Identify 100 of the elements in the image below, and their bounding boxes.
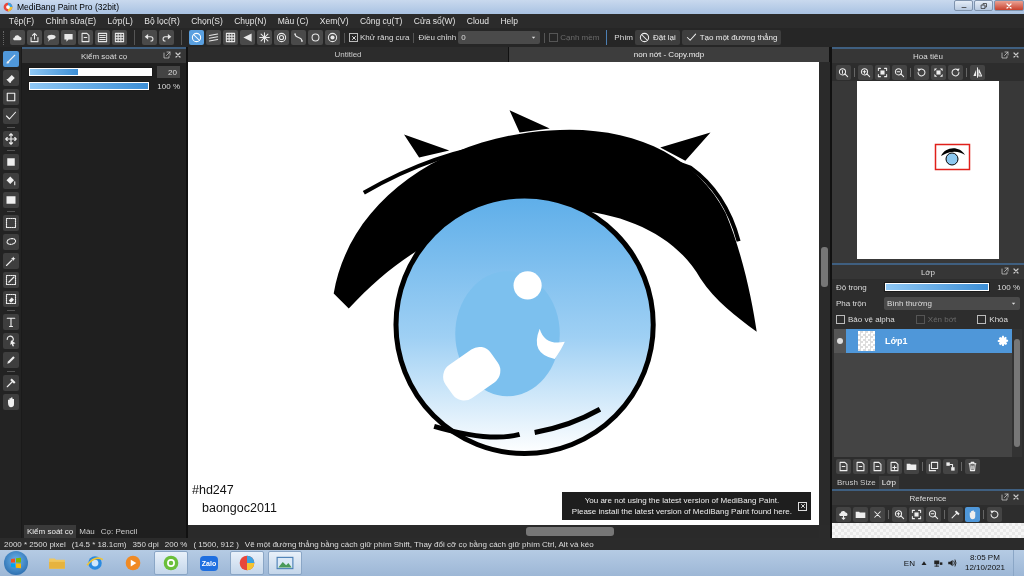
snap-button[interactable] (189, 30, 204, 45)
navigator-button[interactable] (875, 64, 890, 80)
snap-button[interactable] (257, 30, 272, 45)
toolbar-button[interactable] (95, 30, 110, 45)
navigator-button[interactable] (931, 64, 946, 80)
language-indicator[interactable]: EN (903, 558, 915, 568)
panel-tab[interactable]: Màu (76, 525, 98, 538)
document-tab[interactable]: Untitled (188, 47, 509, 62)
checkbox[interactable] (349, 33, 358, 42)
reference-button[interactable] (836, 506, 851, 522)
redo-button[interactable] (159, 30, 174, 45)
menu-item[interactable]: Cloud (461, 16, 495, 26)
close-button[interactable] (1012, 51, 1020, 59)
layer-action-button[interactable] (870, 458, 885, 474)
viewport-frame[interactable] (934, 143, 971, 171)
panel-tab[interactable]: Brush Size (834, 476, 879, 489)
pop-out-button[interactable] (1001, 493, 1009, 501)
menu-item[interactable]: Bộ lọc(R) (138, 16, 186, 26)
toolbar-button[interactable] (44, 30, 59, 45)
straight-line-button[interactable]: Tạo một đường thẳng (681, 30, 782, 45)
document-tab[interactable]: non nớt - Copy.mdp (509, 47, 830, 62)
reset-button[interactable]: Đặt lại (635, 30, 680, 45)
layer-action-button[interactable] (943, 458, 958, 474)
tool-button[interactable] (2, 314, 19, 330)
reference-button[interactable] (987, 506, 1002, 522)
brush-size-value[interactable]: 20 (157, 66, 180, 78)
panel-tab[interactable]: Lớp (878, 476, 899, 489)
toolbar-button[interactable] (10, 30, 25, 45)
navigator-button[interactable] (836, 64, 851, 80)
pop-out-button[interactable] (163, 51, 171, 59)
canvas[interactable]: #hd247 baongoc2011 You are not using the latest version of MediBang Paint. Please install the latest version of MediBang Paint found here. (188, 62, 819, 525)
tool-button[interactable] (2, 131, 19, 147)
navigator-button[interactable] (948, 64, 963, 80)
tool-button[interactable] (2, 70, 19, 86)
tool-button[interactable] (2, 154, 19, 170)
taskbar-app[interactable] (230, 551, 264, 575)
tool-button[interactable] (2, 394, 19, 410)
menu-item[interactable]: Màu (C) (271, 16, 315, 26)
snap-button[interactable] (308, 30, 323, 45)
blend-mode-dropdown[interactable]: Bình thường (884, 296, 1020, 310)
snap-button[interactable] (274, 30, 289, 45)
reference-button[interactable] (870, 506, 885, 522)
tool-button[interactable] (2, 291, 19, 307)
tool-button[interactable] (2, 89, 19, 105)
navigator-button[interactable] (914, 64, 929, 80)
pop-out-button[interactable] (1001, 51, 1009, 59)
snap-button[interactable] (291, 30, 306, 45)
reference-button[interactable] (965, 506, 980, 522)
tool-button[interactable] (2, 192, 19, 208)
layer-action-button[interactable] (853, 458, 868, 474)
navigator-button[interactable] (892, 64, 907, 80)
close-button[interactable] (174, 51, 182, 59)
reference-button[interactable] (892, 506, 907, 522)
navigator-button[interactable] (970, 64, 985, 80)
tool-button[interactable] (2, 173, 19, 189)
restore-button[interactable] (974, 0, 993, 11)
undo-button[interactable] (142, 30, 157, 45)
reference-button[interactable] (909, 506, 924, 522)
menu-item[interactable]: Chụp(N) (228, 16, 272, 26)
layer-action-button[interactable] (887, 458, 902, 474)
layer-action-button[interactable] (904, 458, 919, 474)
vertical-scrollbar[interactable] (1012, 329, 1022, 457)
brush-size-slider[interactable] (28, 67, 153, 77)
tool-button[interactable] (2, 272, 19, 288)
layer-action-button[interactable] (836, 458, 851, 474)
clock[interactable]: 8:05 PM 12/10/2021 (964, 553, 1005, 573)
checkbox[interactable] (977, 314, 987, 324)
toolbar-button[interactable] (112, 30, 127, 45)
minimize-button[interactable] (954, 0, 973, 11)
menu-item[interactable]: Tệp(F) (3, 16, 40, 26)
start-button[interactable] (4, 551, 28, 575)
menu-item[interactable]: Lớp(L) (101, 16, 139, 26)
tool-button[interactable] (2, 253, 19, 269)
close-button[interactable] (1012, 493, 1020, 501)
panel-tab[interactable]: Cọ: Pencil (97, 525, 141, 538)
toolbar-button[interactable] (61, 30, 76, 45)
reference-button[interactable] (853, 506, 868, 522)
layer-action-button[interactable] (926, 458, 941, 474)
taskbar-app[interactable] (268, 551, 302, 575)
reference-button[interactable] (926, 506, 941, 522)
tool-button[interactable] (2, 51, 19, 67)
snap-button[interactable] (206, 30, 221, 45)
menu-item[interactable]: Chỉnh sửa(E) (39, 16, 102, 26)
navigator-button[interactable] (858, 64, 873, 80)
correction-dropdown[interactable]: 0 (458, 31, 541, 44)
tool-button[interactable] (2, 215, 19, 231)
tool-button[interactable] (2, 108, 19, 124)
menu-item[interactable]: Cửa sổ(W) (408, 16, 462, 26)
tool-button[interactable] (2, 352, 19, 368)
snap-button[interactable] (223, 30, 238, 45)
menu-item[interactable]: Xem(V) (314, 16, 355, 26)
toolbar-button[interactable] (78, 30, 93, 45)
panel-tab[interactable]: Kiểm soát cọ (24, 525, 77, 538)
menu-item[interactable]: Chọn(S) (185, 16, 229, 26)
toolbar-button[interactable] (27, 30, 42, 45)
checkbox[interactable] (836, 314, 845, 324)
pop-out-button[interactable] (1001, 267, 1009, 275)
menu-item[interactable]: Công cụ(T) (354, 16, 409, 26)
tool-button[interactable] (2, 234, 19, 250)
layer-action-button[interactable] (965, 458, 980, 474)
